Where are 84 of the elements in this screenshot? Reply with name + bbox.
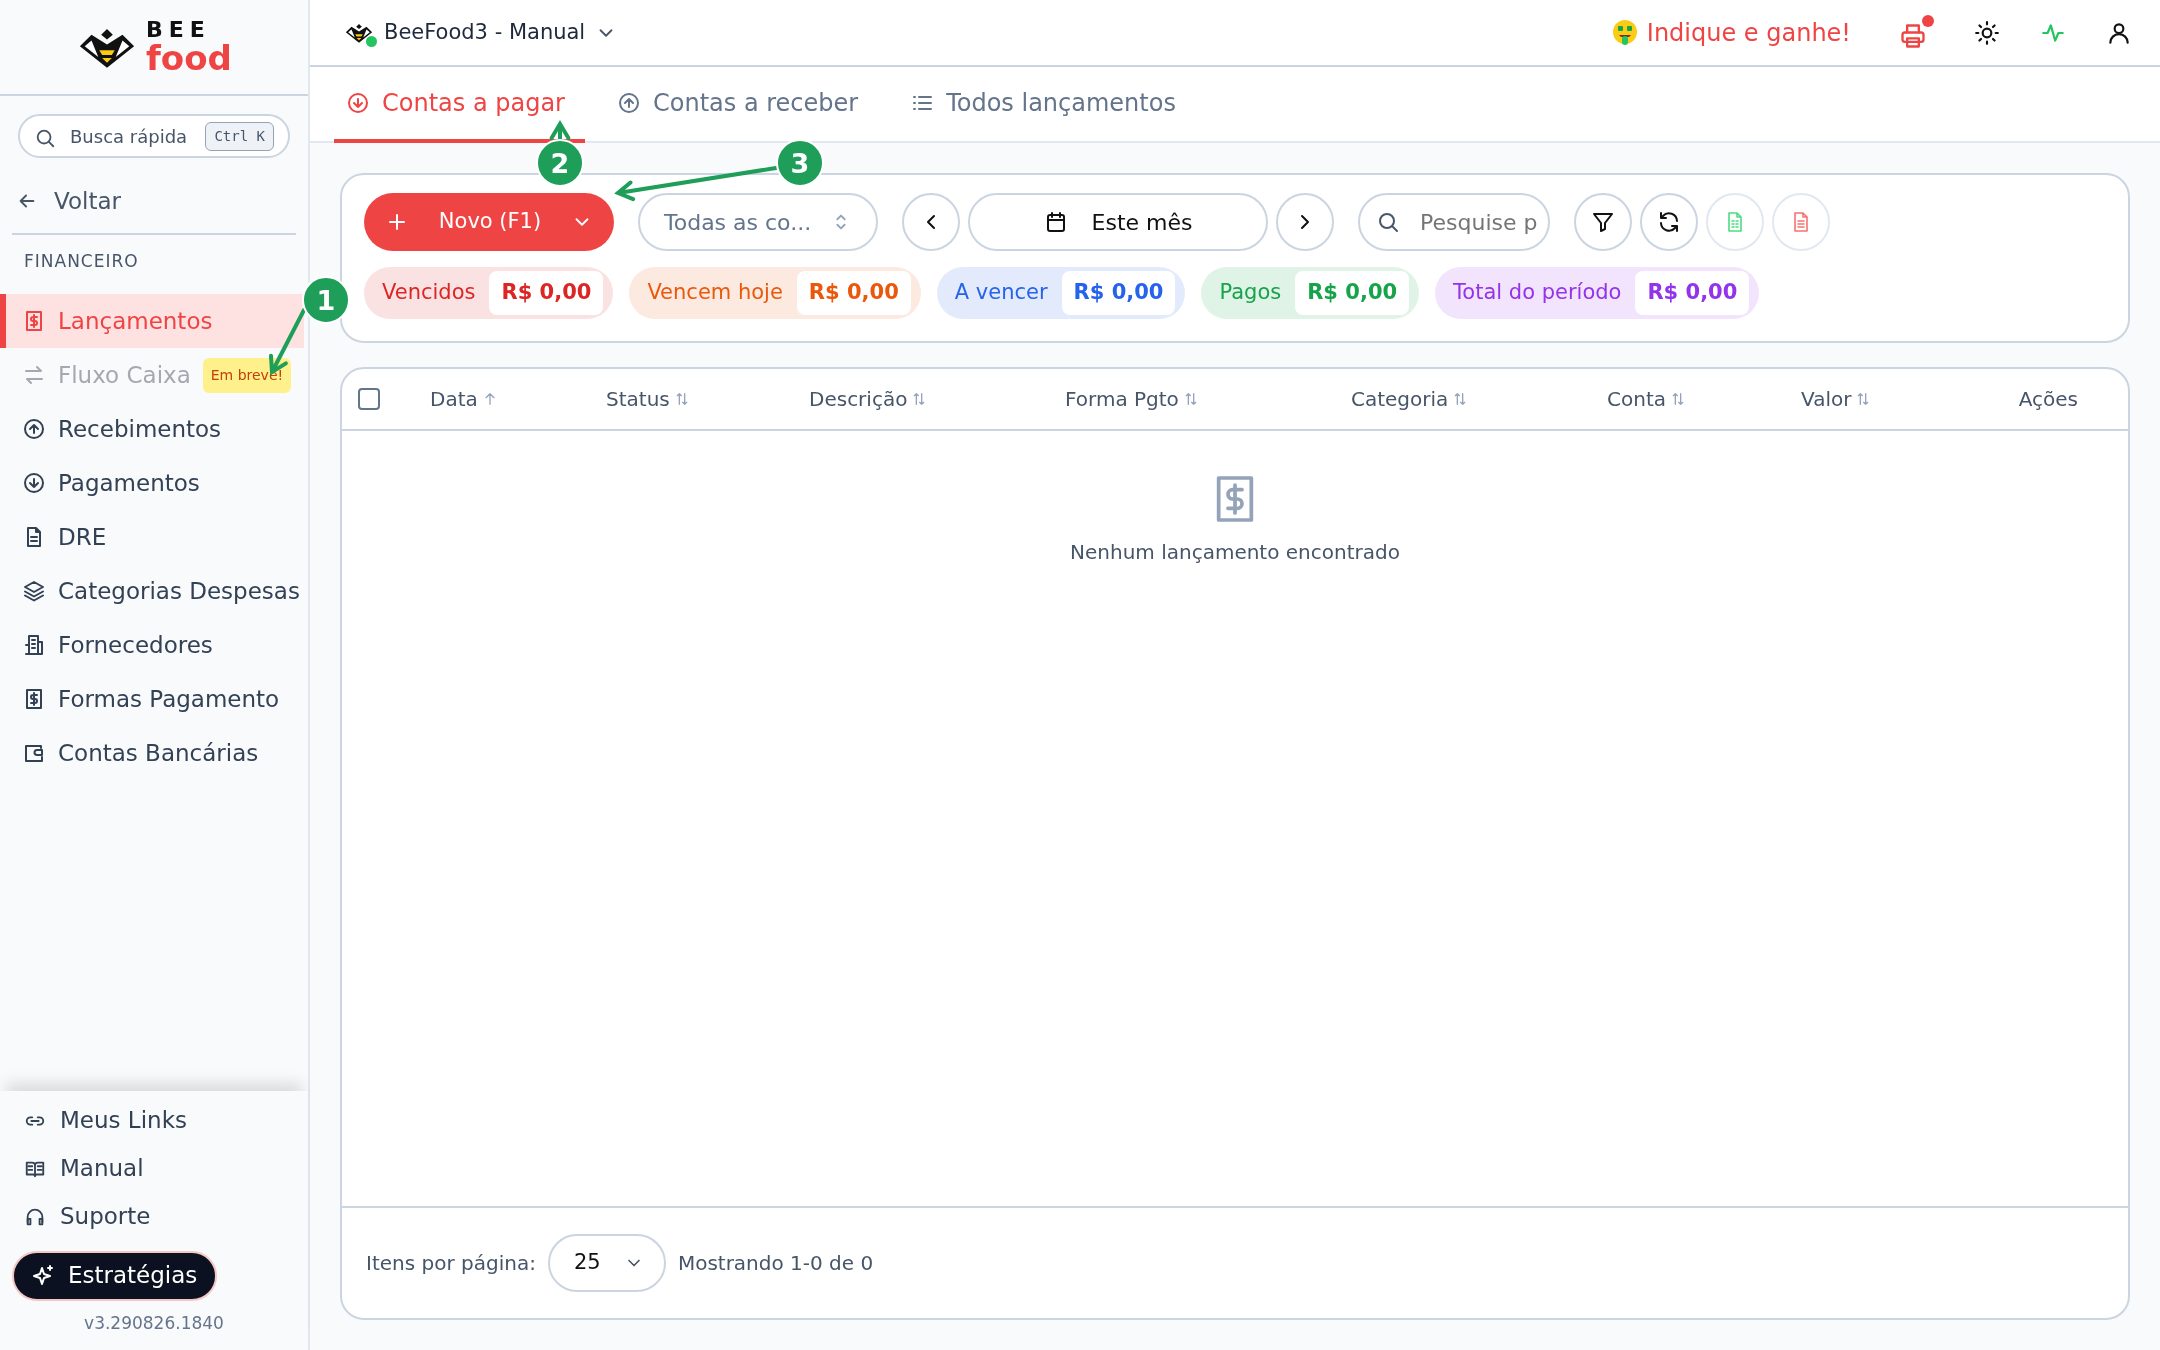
sidebar-item-label: Contas Bancárias <box>58 738 259 768</box>
select-all-checkbox[interactable] <box>358 388 380 410</box>
sidebar-link[interactable]: Suporte <box>0 1192 308 1241</box>
page-size-select[interactable]: 25 <box>547 1234 666 1292</box>
sidebar-link-label: Meus Links <box>60 1106 187 1136</box>
summary-value: R$ 0,00 <box>1295 271 1410 315</box>
period-button[interactable]: Este mês <box>968 193 1268 251</box>
sort-icon <box>1670 391 1686 407</box>
search-icon <box>1376 210 1400 234</box>
sidebar-item[interactable]: DRE <box>0 510 308 564</box>
summary-value: R$ 0,00 <box>796 271 911 315</box>
step-marker: 3 <box>776 139 824 187</box>
column-header[interactable]: Conta <box>1607 384 1686 414</box>
summary-value: R$ 0,00 <box>489 271 604 315</box>
annotation-arrow <box>549 120 571 141</box>
sidebar-item-label: Formas Pagamento <box>58 684 280 714</box>
store-name: BeeFood3 - Manual <box>384 18 586 46</box>
summary-label: Vencidos <box>382 279 476 307</box>
layers-icon <box>22 579 46 603</box>
empty-state-message: Nenhum lançamento encontrado <box>1070 539 1400 566</box>
new-entry-button[interactable]: Novo (F1) <box>364 193 614 251</box>
column-header[interactable]: Data <box>430 384 498 414</box>
account-select[interactable]: Todas as co... <box>638 193 878 251</box>
sidebar-item-label: Fluxo Caixa <box>58 360 191 390</box>
filter-icon <box>1591 210 1615 234</box>
page-size-label: Itens por página: <box>366 1250 536 1277</box>
sparkle-icon <box>32 1263 56 1288</box>
sidebar-item[interactable]: Fornecedores <box>0 618 308 672</box>
column-header[interactable]: Categoria <box>1351 384 1469 414</box>
refresh-icon <box>1657 210 1681 234</box>
sidebar-item-label: Lançamentos <box>58 306 213 336</box>
column-header[interactable]: Forma Pgto <box>1065 384 1199 414</box>
sidebar-link-label: Manual <box>60 1154 144 1184</box>
tab[interactable]: Todos lançamentos <box>898 67 1196 143</box>
step-marker: 1 <box>302 276 350 324</box>
sidebar-item[interactable]: Recebimentos <box>0 402 308 456</box>
sidebar-link-label: Suporte <box>60 1202 151 1232</box>
sidebar-item-label: Pagamentos <box>58 468 200 498</box>
sidebar-item-label: Recebimentos <box>58 414 222 444</box>
summary-label: Vencem hoje <box>647 279 783 307</box>
strategies-button[interactable]: Estratégias <box>12 1250 218 1301</box>
column-header[interactable]: Descrição <box>809 384 928 414</box>
column-header[interactable]: Status <box>606 384 690 414</box>
sidebar-item[interactable]: Contas Bancárias <box>0 726 308 780</box>
printer-icon <box>1899 22 1927 50</box>
money-face-icon <box>1610 18 1639 47</box>
sidebar-item-label: Categorias Despesas <box>58 576 300 606</box>
logo-text: BEE <box>146 19 212 41</box>
theme-sun-icon <box>1974 19 2000 46</box>
arrow-up-circle-icon <box>617 91 641 115</box>
sidebar-item[interactable]: Formas Pagamento <box>0 672 308 726</box>
version-text: v3.290826.1840 <box>84 1312 224 1333</box>
logo-text: food <box>146 41 232 75</box>
arrow-down-circle-icon <box>346 91 370 115</box>
summary-value: R$ 0,00 <box>1635 271 1750 315</box>
step-marker: 2 <box>536 139 584 187</box>
arrow-down-circle-icon <box>22 471 46 495</box>
store-logo-icon <box>344 21 374 44</box>
summary-label: Total do período <box>1453 279 1622 307</box>
summary-value: R$ 0,00 <box>1061 271 1176 315</box>
search-field[interactable]: Pesquise p <box>1358 193 1550 251</box>
sidebar-item[interactable]: Pagamentos <box>0 456 308 510</box>
back-link[interactable]: Voltar <box>54 184 121 219</box>
coming-soon-tag: Em breve! <box>202 357 292 393</box>
referral-link[interactable]: Indique e ganhe! <box>1610 14 1851 51</box>
summary-label: A vencer <box>954 279 1048 307</box>
sidebar-item[interactable]: Categorias Despesas <box>0 564 308 618</box>
sidebar-link[interactable]: Meus Links <box>0 1096 308 1145</box>
sidebar-link[interactable]: Manual <box>0 1144 308 1193</box>
shortcut-key: Ctrl K <box>205 122 274 151</box>
refresh-button[interactable] <box>1640 193 1698 251</box>
sidebar-item-label: Fornecedores <box>58 630 213 660</box>
summary-label: Pagos <box>1219 279 1282 307</box>
column-header[interactable]: Valor <box>1801 384 1872 414</box>
building-icon <box>22 633 46 657</box>
results-range-text: Mostrando 1-0 de 0 <box>677 1250 874 1277</box>
swap-arrows-icon <box>22 363 46 387</box>
sidebar-item-label: DRE <box>58 522 107 552</box>
section-heading: FINANCEIRO <box>24 250 139 271</box>
filter-button[interactable] <box>1574 193 1632 251</box>
store-selector[interactable]: BeeFood3 - Manual <box>344 16 618 49</box>
arrow-up-circle-icon <box>22 417 46 441</box>
column-header: Ações <box>2018 386 2078 413</box>
print-button[interactable] <box>1899 15 1934 50</box>
